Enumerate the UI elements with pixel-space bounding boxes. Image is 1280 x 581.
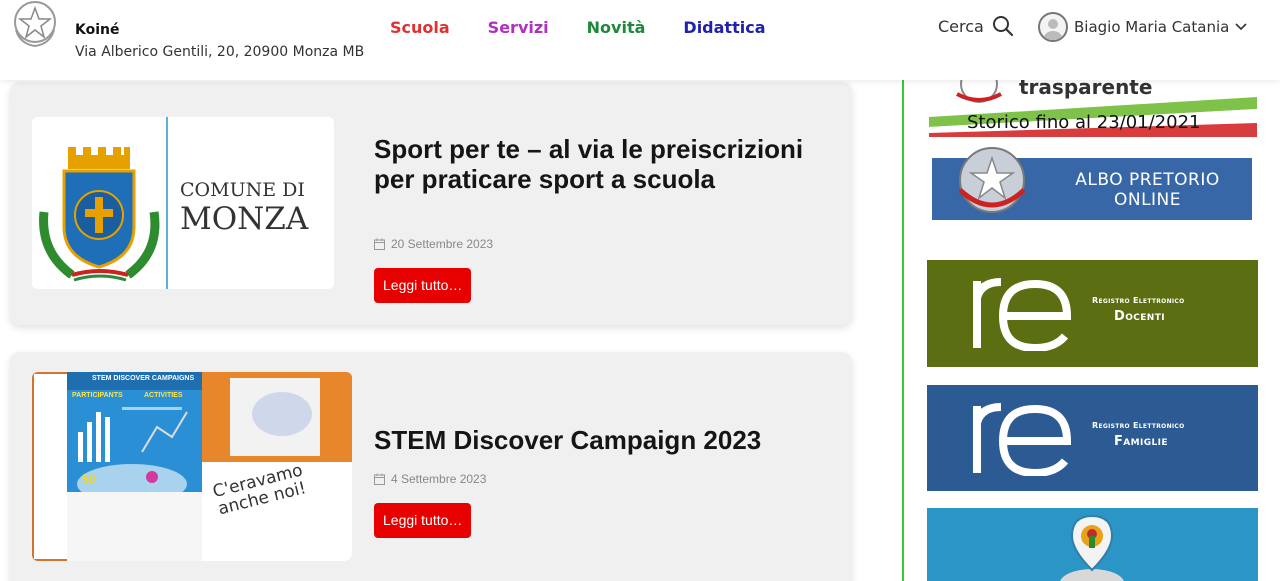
thumb-participants: PARTICIPANTS xyxy=(72,392,123,399)
post-card: STEM DISCOVER CAMPAIGNS PARTICIPANTS ACT… xyxy=(10,352,852,581)
post-date: 4 Settembre 2023 xyxy=(374,472,486,486)
stem-campaign-infographic-icon xyxy=(32,372,352,561)
search-label: Cerca xyxy=(938,16,984,36)
chevron-down-icon xyxy=(1235,23,1247,31)
user-avatar-icon xyxy=(1038,12,1068,42)
thumb-monza-label: MONZA xyxy=(180,201,309,237)
site-header: Koiné Via Alberico Gentili, 20, 20900 Mo… xyxy=(0,0,1280,80)
thumb-comune-label: COMUNE DI xyxy=(180,179,305,201)
thumb-activities: ACTIVITIES xyxy=(144,392,183,399)
school-address: Via Alberico Gentili, 20, 20900 Monza MB xyxy=(75,44,365,60)
map-pin-icon xyxy=(1060,514,1124,581)
search-button[interactable]: Cerca xyxy=(938,15,1014,37)
registro-famiglie-label: Registro Elettronico Famiglie xyxy=(1092,421,1185,449)
republic-emblem-icon xyxy=(14,1,56,48)
map-banner[interactable] xyxy=(927,508,1258,581)
nav-scuola[interactable]: Scuola xyxy=(390,18,450,37)
registro-big-label: Famiglie xyxy=(1114,434,1168,449)
registro-famiglie-banner[interactable]: Registro Elettronico Famiglie xyxy=(927,385,1258,491)
albo-pretorio-banner[interactable]: ALBO PRETORIO ONLINE xyxy=(932,147,1252,220)
user-name: Biagio Maria Catania xyxy=(1074,18,1230,36)
nav-servizi[interactable]: Servizi xyxy=(488,18,549,37)
post-thumbnail-monza[interactable]: COMUNE DI MONZA xyxy=(32,117,334,289)
amministrazione-trasparente-banner[interactable]: trasparente Storico fino al 23/01/2021 xyxy=(929,80,1257,138)
post-card: COMUNE DI MONZA Sport per te – al via le… xyxy=(10,82,852,325)
registro-elettronico-logo-icon xyxy=(973,278,1072,351)
school-name: Koiné xyxy=(75,22,120,38)
post-date: 20 Settembre 2023 xyxy=(374,237,493,251)
post-date-text: 20 Settembre 2023 xyxy=(391,237,494,251)
nav-novita[interactable]: Novità xyxy=(587,18,646,37)
post-thumbnail-stem[interactable]: STEM DISCOVER CAMPAIGNS PARTICIPANTS ACT… xyxy=(32,372,352,561)
calendar-icon xyxy=(374,473,385,485)
registro-docenti-label: Registro Elettronico Docenti xyxy=(1092,296,1185,324)
read-more-button[interactable]: Leggi tutto… xyxy=(374,268,472,303)
calendar-icon xyxy=(374,238,385,250)
thumb-stat: 50 xyxy=(82,472,96,486)
republic-emblem-icon xyxy=(958,147,1026,213)
search-icon xyxy=(992,16,1013,37)
thumb-stem-headline: STEM DISCOVER CAMPAIGNS xyxy=(92,375,195,382)
registro-docenti-banner[interactable]: Registro Elettronico Docenti xyxy=(927,260,1258,367)
registro-small-label: Registro Elettronico xyxy=(1092,421,1185,430)
main-nav: Scuola Servizi Novità Didattica xyxy=(390,18,803,37)
registro-small-label: Registro Elettronico xyxy=(1092,296,1185,305)
post-title[interactable]: STEM Discover Campaign 2023 xyxy=(374,425,844,455)
registro-elettronico-logo-icon xyxy=(973,403,1072,476)
user-menu[interactable]: Biagio Maria Catania xyxy=(1038,12,1247,42)
registro-big-label: Docenti xyxy=(1114,309,1166,324)
albo-line2: ONLINE xyxy=(1113,190,1182,210)
read-more-button[interactable]: Leggi tutto… xyxy=(374,503,472,538)
albo-pretorio-label: ALBO PRETORIO ONLINE xyxy=(1060,170,1235,210)
post-date-text: 4 Settembre 2023 xyxy=(391,472,487,486)
albo-line1: ALBO PRETORIO xyxy=(1075,170,1220,190)
nav-didattica[interactable]: Didattica xyxy=(683,18,765,37)
storico-label: Storico fino al 23/01/2021 xyxy=(967,112,1201,133)
school-info: Koiné Via Alberico Gentili, 20, 20900 Mo… xyxy=(75,22,364,60)
post-title[interactable]: Sport per te – al via le preiscrizioni p… xyxy=(374,134,834,194)
sidebar-divider xyxy=(902,80,904,581)
